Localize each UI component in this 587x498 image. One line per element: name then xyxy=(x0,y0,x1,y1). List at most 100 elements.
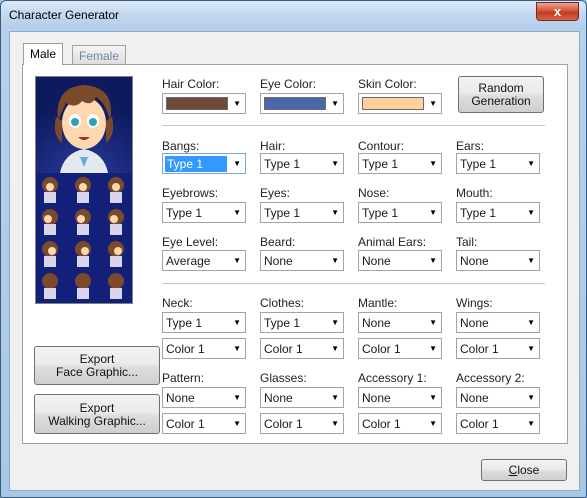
close-button-label: Close xyxy=(508,463,540,477)
wings-type-combo[interactable]: None ▼ xyxy=(456,312,540,333)
ears-combo[interactable]: Type 1 ▼ xyxy=(456,153,540,174)
wings-type-value: None xyxy=(460,316,489,330)
mantle-label: Mantle: xyxy=(358,296,398,310)
mouth-combo[interactable]: Type 1 ▼ xyxy=(456,202,540,223)
tail-value: None xyxy=(460,254,489,268)
accessory-2-type-combo[interactable]: None ▼ xyxy=(456,387,540,408)
ears-value: Type 1 xyxy=(460,157,497,171)
hair-color-combo[interactable]: ▼ xyxy=(162,93,246,114)
clothes-type-combo[interactable]: Type 1 ▼ xyxy=(260,312,344,333)
clothes-color-combo[interactable]: Color 1 ▼ xyxy=(260,338,344,359)
glasses-type-combo[interactable]: None ▼ xyxy=(260,387,344,408)
chevron-down-icon: ▼ xyxy=(331,256,339,265)
chevron-down-icon: ▼ xyxy=(527,419,535,428)
accessory-2-color-combo[interactable]: Color 1 ▼ xyxy=(456,413,540,434)
accessory-2-color-value: Color 1 xyxy=(460,417,499,431)
hair-combo[interactable]: Type 1 ▼ xyxy=(260,153,344,174)
wings-color-combo[interactable]: Color 1 ▼ xyxy=(456,338,540,359)
mantle-color-value: Color 1 xyxy=(362,342,401,356)
neck-label: Neck: xyxy=(162,296,193,310)
eyebrows-combo[interactable]: Type 1 ▼ xyxy=(162,202,246,223)
chevron-down-icon: ▼ xyxy=(331,208,339,217)
accessory-1-type-combo[interactable]: None ▼ xyxy=(358,387,442,408)
eye-level-value: Average xyxy=(166,254,211,268)
face-portrait xyxy=(36,77,132,173)
neck-type-value: Type 1 xyxy=(166,316,203,330)
tab-male[interactable]: Male xyxy=(23,43,64,65)
tail-label: Tail: xyxy=(456,235,478,249)
mantle-type-combo[interactable]: None ▼ xyxy=(358,312,442,333)
window-title: Character Generator xyxy=(9,8,120,22)
accessory-1-type-value: None xyxy=(362,391,391,405)
chevron-down-icon: ▼ xyxy=(331,99,339,108)
pattern-type-combo[interactable]: None ▼ xyxy=(162,387,246,408)
mouth-value: Type 1 xyxy=(460,206,497,220)
accessory-1-color-combo[interactable]: Color 1 ▼ xyxy=(358,413,442,434)
clothes-label: Clothes: xyxy=(260,296,305,310)
glasses-color-combo[interactable]: Color 1 ▼ xyxy=(260,413,344,434)
eyebrows-label: Eyebrows: xyxy=(162,186,219,200)
bangs-combo[interactable]: Type 1 ▼ xyxy=(162,153,246,174)
glasses-label: Glasses: xyxy=(260,371,307,385)
eye-level-combo[interactable]: Average ▼ xyxy=(162,250,246,271)
tail-combo[interactable]: None ▼ xyxy=(456,250,540,271)
chevron-down-icon: ▼ xyxy=(233,419,241,428)
chevron-down-icon: ▼ xyxy=(429,159,437,168)
chevron-down-icon: ▼ xyxy=(429,256,437,265)
close-button[interactable]: Close xyxy=(481,459,567,481)
eye-color-swatch xyxy=(264,97,326,110)
random-generation-button[interactable]: Random Generation xyxy=(458,76,544,113)
chevron-down-icon: ▼ xyxy=(233,393,241,402)
character-preview xyxy=(35,76,133,304)
nose-combo[interactable]: Type 1 ▼ xyxy=(358,202,442,223)
bangs-label: Bangs: xyxy=(162,139,200,153)
chevron-down-icon: ▼ xyxy=(527,318,535,327)
nose-label: Nose: xyxy=(358,186,390,200)
neck-type-combo[interactable]: Type 1 ▼ xyxy=(162,312,246,333)
contour-value: Type 1 xyxy=(362,157,399,171)
window-close-button[interactable]: x xyxy=(536,2,579,21)
chevron-down-icon: ▼ xyxy=(233,318,241,327)
neck-color-combo[interactable]: Color 1 ▼ xyxy=(162,338,246,359)
chevron-down-icon: ▼ xyxy=(429,99,437,108)
skin-color-swatch xyxy=(362,97,424,110)
chevron-down-icon: ▼ xyxy=(233,159,241,168)
chevron-down-icon: ▼ xyxy=(527,159,535,168)
chevron-down-icon: ▼ xyxy=(331,419,339,428)
animal-ears-label: Animal Ears: xyxy=(358,235,427,249)
eye-color-label: Eye Color: xyxy=(260,77,317,91)
neck-color-value: Color 1 xyxy=(166,342,205,356)
title-bar[interactable]: Character Generator x xyxy=(1,1,586,29)
glasses-color-value: Color 1 xyxy=(264,417,303,431)
chevron-down-icon: ▼ xyxy=(429,393,437,402)
contour-combo[interactable]: Type 1 ▼ xyxy=(358,153,442,174)
export-face-graphic-button[interactable]: Export Face Graphic... xyxy=(34,346,160,385)
pattern-label: Pattern: xyxy=(162,371,205,385)
animal-ears-combo[interactable]: None ▼ xyxy=(358,250,442,271)
eyes-combo[interactable]: Type 1 ▼ xyxy=(260,202,344,223)
pattern-color-value: Color 1 xyxy=(166,417,205,431)
wings-label: Wings: xyxy=(456,296,493,310)
bangs-value: Type 1 xyxy=(165,156,227,172)
eye-color-combo[interactable]: ▼ xyxy=(260,93,344,114)
export-face-line2: Face Graphic... xyxy=(55,365,139,379)
divider xyxy=(162,283,545,284)
random-button-line2: Generation xyxy=(471,94,531,108)
hair-color-label: Hair Color: xyxy=(162,77,220,91)
skin-color-combo[interactable]: ▼ xyxy=(358,93,442,114)
contour-label: Contour: xyxy=(358,139,405,153)
clothes-type-value: Type 1 xyxy=(264,316,301,330)
animal-ears-value: None xyxy=(362,254,391,268)
beard-combo[interactable]: None ▼ xyxy=(260,250,344,271)
pattern-color-combo[interactable]: Color 1 ▼ xyxy=(162,413,246,434)
export-walking-graphic-button[interactable]: Export Walking Graphic... xyxy=(34,394,160,434)
divider xyxy=(162,125,545,126)
mantle-type-value: None xyxy=(362,316,391,330)
chevron-down-icon: ▼ xyxy=(429,208,437,217)
chevron-down-icon: ▼ xyxy=(429,318,437,327)
mantle-color-combo[interactable]: Color 1 ▼ xyxy=(358,338,442,359)
accessory-2-type-value: None xyxy=(460,391,489,405)
skin-color-label: Skin Color: xyxy=(358,77,417,91)
eyes-label: Eyes: xyxy=(260,186,291,200)
tab-female[interactable]: Female xyxy=(72,45,127,65)
